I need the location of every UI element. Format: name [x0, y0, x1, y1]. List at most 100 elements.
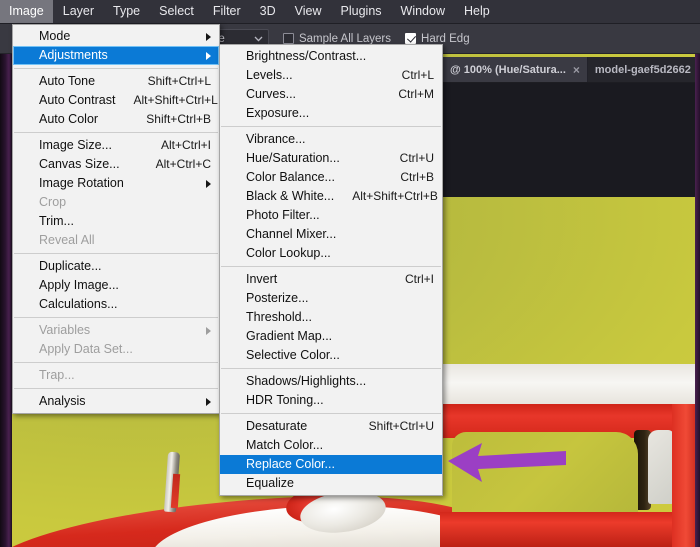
- menu-item-label: HDR Toning...: [246, 393, 324, 407]
- adjustments-menu-item-posterize[interactable]: Posterize...: [220, 289, 442, 308]
- adjustments-menu-item-shadows-highlights[interactable]: Shadows/Highlights...: [220, 372, 442, 391]
- menu-item-shortcut: Ctrl+I: [404, 272, 434, 286]
- menu-item-label: Trim...: [39, 214, 74, 228]
- sample-all-layers-label: Sample All Layers: [298, 32, 392, 45]
- adjustments-menu-item-hue-saturation[interactable]: Hue/Saturation... Ctrl+U: [220, 149, 442, 168]
- menu-item-shortcut: Alt+Shift+Ctrl+L: [133, 93, 218, 107]
- menu-item-shortcut: Alt+Shift+Ctrl+B: [352, 189, 438, 203]
- image-menu-item-auto-color[interactable]: Auto Color Shift+Ctrl+B: [13, 110, 219, 129]
- menubar-item-filter[interactable]: Filter: [204, 0, 250, 23]
- menu-item-shortcut: Ctrl+U: [399, 151, 434, 165]
- document-tab-bar: @ 100% (Hue/Satura... × model-gaef5d2662: [443, 57, 700, 83]
- menubar-item-help[interactable]: Help: [455, 0, 499, 23]
- menu-item-label: Black & White...: [246, 189, 335, 203]
- adjustments-menu-item-equalize[interactable]: Equalize: [220, 474, 442, 493]
- hard-edges-checkbox[interactable]: Hard Edg: [405, 33, 470, 45]
- car-roof-right: [440, 364, 700, 406]
- close-icon[interactable]: ×: [573, 63, 580, 77]
- menu-item-label: Apply Image...: [39, 278, 119, 292]
- menu-item-label: Exposure...: [246, 106, 310, 120]
- image-menu-item-duplicate[interactable]: Duplicate...: [13, 257, 219, 276]
- hard-edges-box[interactable]: [405, 33, 417, 44]
- menu-separator: [221, 266, 441, 267]
- menu-item-shortcut: Shift+Ctrl+L: [147, 74, 211, 88]
- menu-item-shortcut: Alt+Ctrl+C: [155, 157, 211, 171]
- menu-bar: Image Layer Type Select Filter 3D View Plugins W…: [0, 0, 700, 24]
- submenu-arrow-icon: [206, 32, 211, 41]
- adjustments-menu-item-threshold[interactable]: Threshold...: [220, 308, 442, 327]
- adjustments-menu-item-photo-filter[interactable]: Photo Filter...: [220, 206, 442, 225]
- menu-item-label: Selective Color...: [246, 348, 340, 362]
- menubar-item-view[interactable]: View: [286, 0, 331, 23]
- car-rear-window: [648, 430, 674, 504]
- menu-item-label: Crop: [39, 195, 67, 209]
- menubar-item-plugins[interactable]: Plugins: [332, 0, 391, 23]
- adjustments-menu-item-replace-color[interactable]: Replace Color...: [220, 455, 442, 474]
- adjustments-menu-item-vibrance[interactable]: Vibrance...: [220, 130, 442, 149]
- menu-separator: [14, 132, 218, 133]
- menu-item-label: Channel Mixer...: [246, 227, 337, 241]
- image-menu-item-image-rotation[interactable]: Image Rotation: [13, 174, 219, 193]
- image-menu-item-mode[interactable]: Mode: [13, 27, 219, 46]
- document-tab[interactable]: model-gaef5d2662: [587, 57, 699, 82]
- image-menu-item-canvas-size[interactable]: Canvas Size... Alt+Ctrl+C: [13, 155, 219, 174]
- adjustments-menu-item-invert[interactable]: Invert Ctrl+I: [220, 270, 442, 289]
- adjustments-menu-item-brightness-contrast[interactable]: Brightness/Contrast...: [220, 47, 442, 66]
- adjustments-menu-item-gradient-map[interactable]: Gradient Map...: [220, 327, 442, 346]
- adjustments-menu-item-levels[interactable]: Levels... Ctrl+L: [220, 66, 442, 85]
- document-tab[interactable]: @ 100% (Hue/Satura... ×: [443, 57, 588, 82]
- image-menu-item-auto-contrast[interactable]: Auto Contrast Alt+Shift+Ctrl+L: [13, 91, 219, 110]
- menu-item-label: Calculations...: [39, 297, 118, 311]
- menu-item-label: Desaturate: [246, 419, 308, 433]
- menu-item-label: Curves...: [246, 87, 297, 101]
- adjustments-menu-item-color-balance[interactable]: Color Balance... Ctrl+B: [220, 168, 442, 187]
- image-menu-item-auto-tone[interactable]: Auto Tone Shift+Ctrl+L: [13, 72, 219, 91]
- image-menu-item-trim[interactable]: Trim...: [13, 212, 219, 231]
- adjustments-menu-item-curves[interactable]: Curves... Ctrl+M: [220, 85, 442, 104]
- menu-item-label: Duplicate...: [39, 259, 102, 273]
- adjustments-menu-item-black-white[interactable]: Black & White... Alt+Shift+Ctrl+B: [220, 187, 442, 206]
- adjustments-menu-item-match-color[interactable]: Match Color...: [220, 436, 442, 455]
- menubar-item-type[interactable]: Type: [104, 0, 149, 23]
- adjustments-menu-item-selective-color[interactable]: Selective Color...: [220, 346, 442, 365]
- menu-item-shortcut: Shift+Ctrl+U: [368, 419, 434, 433]
- menu-item-label: Image Size...: [39, 138, 112, 152]
- menu-item-label: Color Lookup...: [246, 246, 331, 260]
- menu-separator: [221, 368, 441, 369]
- menu-item-label: Adjustments: [39, 48, 108, 62]
- menu-item-label: Vibrance...: [246, 132, 306, 146]
- menu-item-label: Match Color...: [246, 438, 324, 452]
- image-menu-item-calculations[interactable]: Calculations...: [13, 295, 219, 314]
- adjustments-menu-item-hdr-toning[interactable]: HDR Toning...: [220, 391, 442, 410]
- menu-item-label: Color Balance...: [246, 170, 335, 184]
- submenu-arrow-icon: [206, 326, 211, 335]
- image-menu-item-reveal-all: Reveal All: [13, 231, 219, 250]
- menu-item-label: Brightness/Contrast...: [246, 49, 367, 63]
- submenu-arrow-icon: [206, 51, 211, 60]
- adjustments-menu-item-desaturate[interactable]: Desaturate Shift+Ctrl+U: [220, 417, 442, 436]
- menubar-item-select[interactable]: Select: [150, 0, 203, 23]
- submenu-arrow-icon: [206, 397, 211, 406]
- adjustments-menu-item-color-lookup[interactable]: Color Lookup...: [220, 244, 442, 263]
- car-door-sill: [440, 512, 700, 547]
- chevron-down-icon: [254, 33, 263, 45]
- image-menu-item-adjustments[interactable]: Adjustments: [13, 46, 219, 65]
- menu-item-shortcut: Shift+Ctrl+B: [146, 112, 211, 126]
- menu-item-label: Variables: [39, 323, 91, 337]
- sample-all-layers-box[interactable]: [282, 33, 294, 44]
- canvas-empty-area: [443, 83, 700, 197]
- adjustments-menu-item-exposure[interactable]: Exposure...: [220, 104, 442, 123]
- image-menu-item-image-size[interactable]: Image Size... Alt+Ctrl+I: [13, 136, 219, 155]
- annotation-arrow: [448, 438, 566, 484]
- image-menu-item-apply-image[interactable]: Apply Image...: [13, 276, 219, 295]
- photoshop-window: Image Layer Type Select Filter 3D View Plugins W…: [0, 0, 700, 547]
- adjustments-submenu: Brightness/Contrast... Levels... Ctrl+L Cur…: [219, 44, 443, 496]
- menubar-item-3d[interactable]: 3D: [251, 0, 285, 23]
- sample-all-layers-checkbox[interactable]: Sample All Layers: [282, 32, 392, 45]
- menubar-item-layer[interactable]: Layer: [54, 0, 103, 23]
- menubar-item-window[interactable]: Window: [392, 0, 454, 23]
- menu-separator: [14, 317, 218, 318]
- image-menu-item-analysis[interactable]: Analysis: [13, 392, 219, 411]
- menubar-item-image[interactable]: Image: [0, 0, 53, 23]
- adjustments-menu-item-channel-mixer[interactable]: Channel Mixer...: [220, 225, 442, 244]
